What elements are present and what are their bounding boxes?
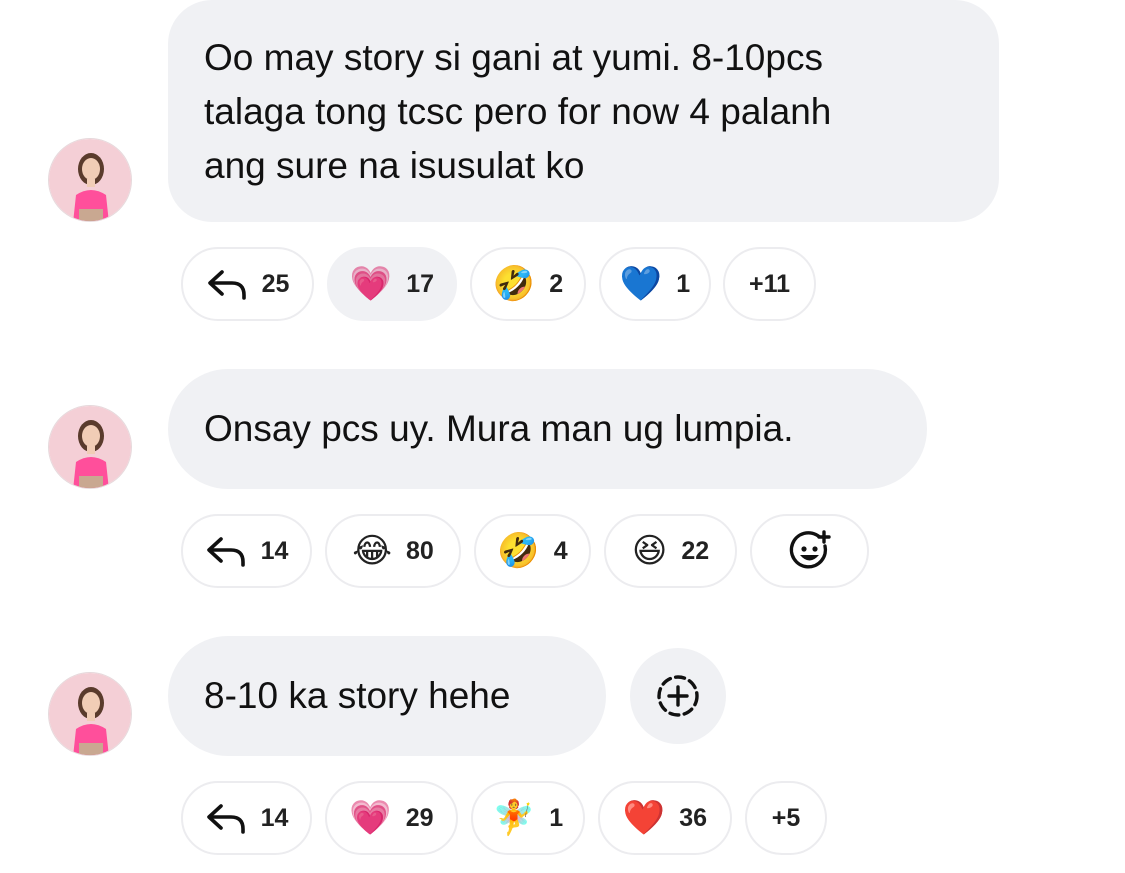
- comment-bubble[interactable]: 8-10 ka story hehe: [168, 636, 606, 756]
- comment-text: 8-10 ka story hehe: [204, 675, 511, 716]
- more-reactions-button[interactable]: +11: [723, 247, 816, 321]
- commenter-avatar[interactable]: [48, 138, 132, 222]
- reaction-count: 2: [549, 269, 564, 298]
- reaction-count: 22: [681, 536, 710, 565]
- reaction-count: 4: [553, 536, 568, 565]
- reply-count: 14: [260, 536, 289, 565]
- blue-heart-emoji-icon: 💙: [619, 264, 663, 304]
- rofl-emoji-icon: 🤣: [492, 264, 536, 304]
- reply-arrow-icon: [206, 537, 245, 567]
- add-reaction-icon: [789, 530, 831, 569]
- commenter-avatar[interactable]: [48, 405, 132, 489]
- comment-text: Oo may story si gani at yumi. 8-10pcs ta…: [204, 37, 832, 186]
- comment-bubble[interactable]: Onsay pcs uy. Mura man ug lumpia.: [168, 369, 927, 489]
- rofl-emoji-icon: 🤣: [497, 531, 540, 571]
- reaction-pill[interactable]: 😆 22: [604, 514, 737, 588]
- reaction-pill[interactable]: 🤣 2: [470, 247, 586, 321]
- reply-button[interactable]: 14: [181, 781, 312, 855]
- reaction-count: 36: [679, 803, 708, 832]
- growing-heart-emoji-icon: 💗: [349, 264, 393, 304]
- reaction-pill[interactable]: 💗 17: [327, 247, 457, 321]
- reply-button[interactable]: 14: [181, 514, 312, 588]
- reaction-pill[interactable]: 😂 80: [325, 514, 461, 588]
- avatar-photo: [49, 673, 131, 755]
- laughing-emoji-icon: 😆: [631, 531, 668, 571]
- reply-arrow-icon: [206, 804, 245, 834]
- reaction-pill[interactable]: 🧚 1: [471, 781, 585, 855]
- reaction-count: 17: [406, 269, 435, 298]
- reaction-count: 1: [549, 803, 564, 832]
- more-reactions-button[interactable]: +5: [745, 781, 827, 855]
- reaction-count: 29: [405, 803, 434, 832]
- reply-button[interactable]: 25: [181, 247, 314, 321]
- commenter-avatar[interactable]: [48, 672, 132, 756]
- reaction-pill[interactable]: ❤️ 36: [598, 781, 732, 855]
- more-reactions-count: +5: [771, 803, 801, 832]
- reply-count: 14: [260, 803, 289, 832]
- comment-bubble[interactable]: Oo may story si gani at yumi. 8-10pcs ta…: [168, 0, 999, 222]
- dashed-add-circle-icon: [657, 675, 699, 717]
- reaction-count: 80: [405, 536, 434, 565]
- reply-arrow-icon: [207, 270, 246, 300]
- reaction-pill[interactable]: 🤣 4: [474, 514, 591, 588]
- red-heart-emoji-icon: ❤️: [622, 798, 666, 838]
- add-reaction-button[interactable]: [750, 514, 869, 588]
- avatar-photo: [49, 406, 131, 488]
- add-reaction-button[interactable]: [630, 648, 726, 744]
- comment-text: Onsay pcs uy. Mura man ug lumpia.: [204, 408, 794, 449]
- reply-count: 25: [261, 269, 290, 298]
- more-reactions-count: +11: [748, 269, 791, 298]
- tears-of-joy-emoji-icon: 😂: [352, 531, 392, 571]
- reaction-pill[interactable]: 💗 29: [325, 781, 458, 855]
- growing-heart-emoji-icon: 💗: [349, 798, 392, 838]
- reaction-pill[interactable]: 💙 1: [599, 247, 711, 321]
- avatar-photo: [49, 139, 131, 221]
- reaction-count: 1: [676, 269, 691, 298]
- fairy-emoji-icon: 🧚: [492, 798, 536, 838]
